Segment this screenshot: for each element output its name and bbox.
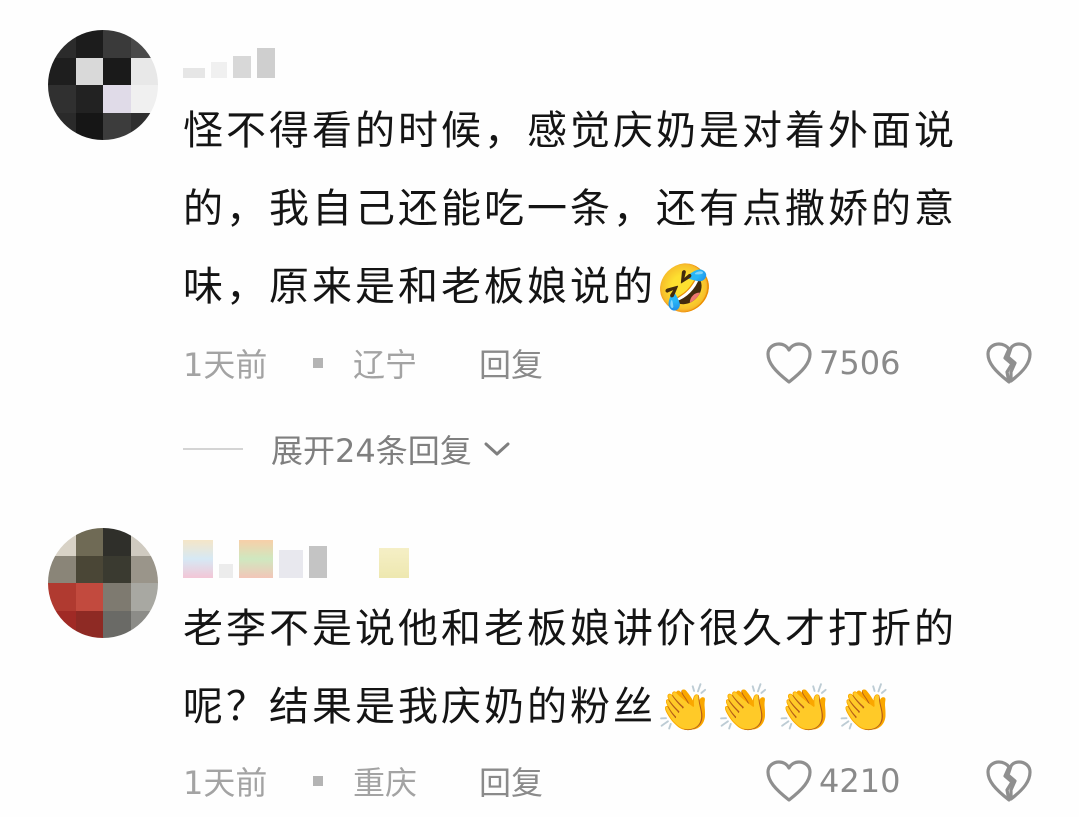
heart-outline-icon[interactable]: [765, 341, 813, 385]
comment-meta: 1天前 辽宁 回复 7506: [183, 338, 1033, 388]
like-count: 7506: [819, 344, 901, 382]
comment-text: 老李不是说他和老板娘讲价很久才打折的呢？结果是我庆奶的粉丝👏👏👏👏: [183, 606, 957, 735]
separator-dot: [313, 358, 323, 368]
rofl-emoji: 🤣: [656, 261, 717, 315]
reply-button[interactable]: 回复: [479, 340, 543, 386]
broken-heart-icon[interactable]: [985, 340, 1033, 386]
like-count: 4210: [819, 762, 901, 800]
avatar[interactable]: [48, 528, 158, 638]
clapping-emoji: 👏👏👏👏: [656, 681, 898, 735]
reply-button[interactable]: 回复: [479, 758, 543, 804]
timestamp: 1天前: [183, 346, 268, 384]
location-label: 重庆: [353, 764, 418, 802]
timestamp: 1天前: [183, 764, 268, 802]
comment-text: 怪不得看的时候，感觉庆奶是对着外面说的，我自己还能吃一条，还有点撒娇的意味，原来…: [183, 108, 957, 315]
like-group: 4210: [765, 758, 1033, 804]
like-group: 7506: [765, 340, 1033, 386]
separator-dot: [313, 776, 323, 786]
chevron-down-icon: [484, 442, 510, 456]
expand-replies-label: 展开24条回复: [271, 432, 472, 470]
comment-meta: 1天前 重庆 回复 4210: [183, 756, 1033, 806]
username-blurred[interactable]: [183, 40, 275, 78]
avatar[interactable]: [48, 30, 158, 140]
username-blurred[interactable]: [183, 540, 409, 578]
divider-line: [183, 448, 243, 450]
heart-outline-icon[interactable]: [765, 759, 813, 803]
expand-replies-button[interactable]: 展开24条回复: [183, 424, 512, 474]
location-label: 辽宁: [353, 346, 418, 384]
broken-heart-icon[interactable]: [985, 758, 1033, 804]
